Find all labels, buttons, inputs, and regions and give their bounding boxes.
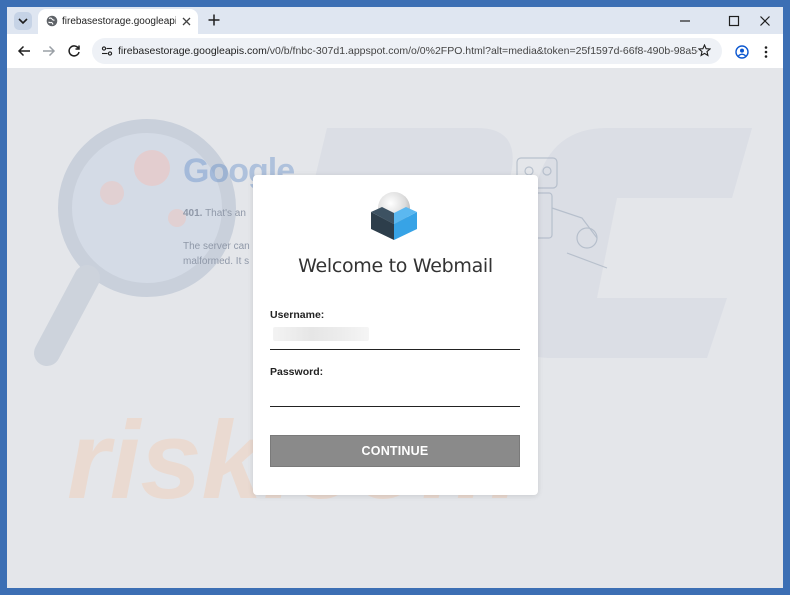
close-window-icon[interactable] [759, 15, 771, 27]
background-error-code: 401. [183, 208, 203, 219]
back-arrow-icon[interactable] [17, 44, 31, 58]
forward-arrow-icon[interactable] [42, 44, 56, 58]
background-text-line-1: The server can [183, 241, 250, 252]
minimize-icon[interactable] [679, 15, 691, 27]
password-input[interactable] [270, 386, 520, 407]
url-path: /v0/b/fnbc-307d1.appspot.com/o/0%2FPO.ht… [266, 45, 698, 57]
tab-title: firebasestorage.googleapis.com [62, 16, 176, 27]
login-title: Welcome to Webmail [298, 255, 493, 277]
bookmark-star-icon[interactable] [698, 44, 711, 57]
background-error-short: That's an [205, 208, 246, 219]
page-viewport: risk.com Google 401. That's an The serve… [7, 68, 783, 588]
maximize-icon[interactable] [728, 15, 740, 27]
browser-tab[interactable]: firebasestorage.googleapis.com [38, 9, 198, 34]
tab-strip: firebasestorage.googleapis.com [7, 7, 783, 34]
globe-icon [46, 15, 58, 27]
background-error-line: 401. That's an [183, 208, 246, 219]
password-label: Password: [270, 366, 324, 378]
reload-icon[interactable] [67, 44, 81, 58]
username-label: Username: [270, 309, 325, 321]
browser-window: firebasestorage.googleapis.com [7, 7, 783, 588]
browser-toolbar: firebasestorage.googleapis.com/v0/b/fnbc… [7, 34, 783, 68]
menu-kebab-icon[interactable] [764, 46, 768, 58]
url-text: firebasestorage.googleapis.com/v0/b/fnbc… [118, 45, 698, 57]
continue-button[interactable]: CONTINUE [270, 435, 520, 467]
site-settings-icon[interactable] [101, 45, 113, 57]
url-host: firebasestorage.googleapis.com [118, 45, 267, 57]
roundcube-logo-icon [371, 192, 417, 240]
username-input[interactable] [270, 329, 520, 350]
login-card: Welcome to Webmail Username: Password: C… [253, 175, 538, 495]
background-text-line-2: malformed. It s [183, 256, 250, 267]
close-icon[interactable] [182, 17, 191, 26]
profile-icon[interactable] [735, 45, 749, 59]
chevron-down-icon [18, 18, 28, 25]
new-tab-icon[interactable] [207, 13, 221, 27]
tab-search-button[interactable] [14, 12, 32, 30]
address-bar[interactable]: firebasestorage.googleapis.com/v0/b/fnbc… [92, 38, 722, 64]
